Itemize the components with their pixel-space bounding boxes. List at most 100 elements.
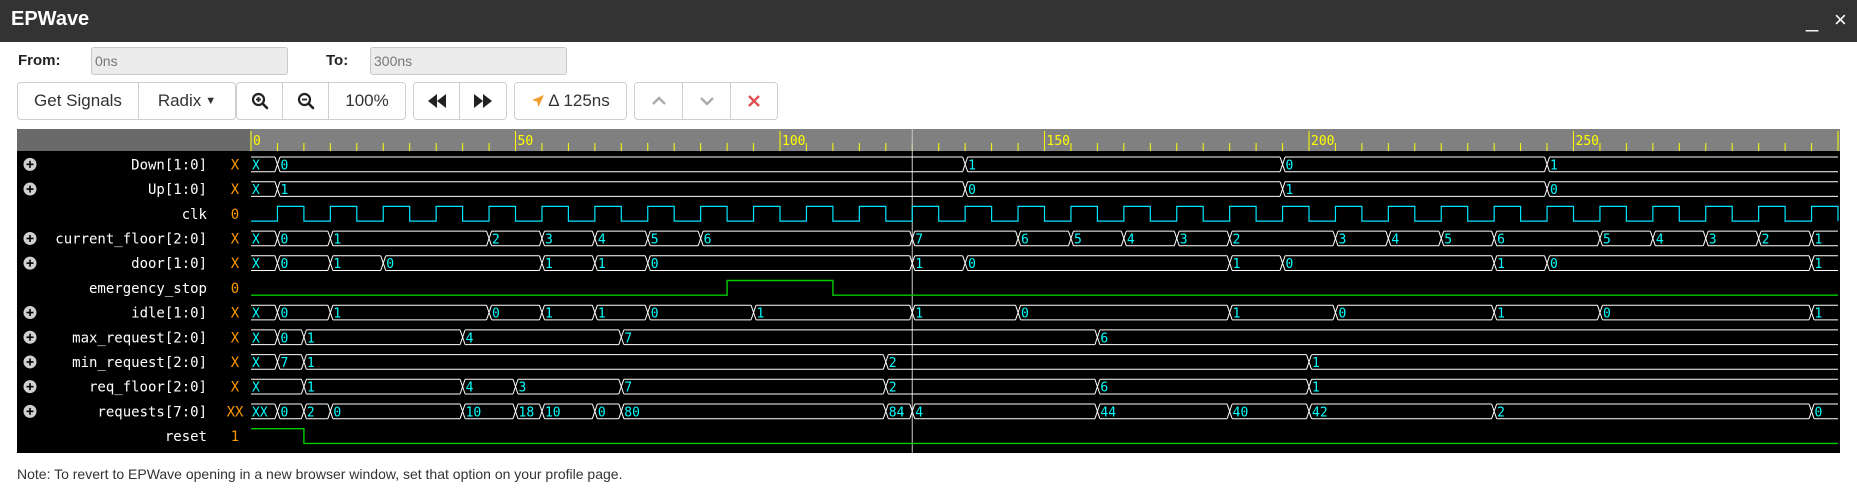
signal-value: 0 <box>231 207 239 223</box>
signal-name[interactable]: clk <box>182 207 208 223</box>
bus-value-label: 1 <box>545 307 553 322</box>
signal-name[interactable]: Down[1:0] <box>131 157 207 173</box>
signal-value: X <box>231 157 240 173</box>
bus-value-label: 0 <box>1550 257 1558 272</box>
bus-value-label: 0 <box>1286 257 1294 272</box>
bus-value-label: 0 <box>1550 183 1558 198</box>
bus-value-label: 0 <box>333 405 341 420</box>
marker-up-button[interactable] <box>635 83 683 119</box>
signal-value: X <box>231 256 240 272</box>
bus-value-label: 0 <box>651 257 659 272</box>
marker-down-button[interactable] <box>683 83 731 119</box>
signals-button-group: Get Signals Radix ▼ <box>17 82 236 120</box>
signal-name[interactable]: reset <box>165 429 207 445</box>
ruler-tick-label: 150 <box>1047 134 1070 149</box>
bus-value-label: 0 <box>1338 307 1346 322</box>
bus-value-label: 1 <box>1815 232 1823 247</box>
rewind-button[interactable] <box>414 83 460 119</box>
bus-value-label: 1 <box>1815 257 1823 272</box>
bus-value-label: 0 <box>1815 405 1823 420</box>
bus-value-label: 3 <box>545 232 553 247</box>
bus-value-label: 1 <box>757 307 765 322</box>
bus-value-label: 5 <box>1074 232 1082 247</box>
marker-button-group <box>634 82 778 120</box>
signal-name[interactable]: requests[7:0] <box>97 404 207 420</box>
signal-value: X <box>231 380 240 396</box>
get-signals-button[interactable]: Get Signals <box>18 83 139 119</box>
bus-value-label: X <box>252 356 260 371</box>
signal-name[interactable]: current_floor[2:0] <box>55 231 207 247</box>
minimize-button[interactable]: _ <box>1806 8 1818 32</box>
bus-value-label: 1 <box>1550 158 1558 173</box>
from-input[interactable]: 0ns <box>91 47 288 75</box>
signal-value: X <box>231 306 240 322</box>
delta-time-label: Δ 125ns <box>548 91 610 110</box>
rewind-icon <box>427 94 446 108</box>
bus-value-label: 6 <box>1100 381 1108 396</box>
radix-button[interactable]: Radix ▼ <box>139 83 235 119</box>
bus-value-label: 1 <box>1497 257 1505 272</box>
bus-value-label: 0 <box>280 257 288 272</box>
bus-value-label: 4 <box>1656 232 1664 247</box>
bus-value-label: XX <box>252 405 268 420</box>
zoom-in-button[interactable] <box>237 83 283 119</box>
bus-value-label: X <box>252 331 260 346</box>
from-label: From: <box>18 52 61 69</box>
bus-value-label: 0 <box>968 183 976 198</box>
bus-value-label: 1 <box>1312 356 1320 371</box>
signal-name[interactable]: req_floor[2:0] <box>89 380 207 396</box>
bus-value-label: 0 <box>651 307 659 322</box>
bus-value-label: 4 <box>466 381 474 396</box>
bus-value-label: 2 <box>307 405 315 420</box>
bus-value-label: 1 <box>915 257 923 272</box>
close-window-button[interactable]: × <box>1834 8 1847 32</box>
bus-value-label: X <box>252 183 260 198</box>
bus-value-label: 1 <box>333 307 341 322</box>
bus-value-label: 4 <box>598 232 606 247</box>
bus-value-label: 0 <box>280 405 288 420</box>
delete-marker-button[interactable] <box>731 83 777 119</box>
waveform-viewer[interactable]: 0 50 100 150 200 250 Down[1:0] X X 0 1 0 1 Up[1:0] X X 1… <box>17 129 1840 453</box>
bus-value-label: 1 <box>1233 257 1241 272</box>
waveform-canvas[interactable]: 0 50 100 150 200 250Down[1:0] X X 0 1 0 1Up[1:0] X X 1… <box>17 129 1840 453</box>
signal-value: 1 <box>231 429 239 445</box>
delta-time-button[interactable]: Δ 125ns <box>515 83 626 119</box>
zoom-out-button[interactable] <box>283 83 329 119</box>
bus-value-label: 4 <box>1391 232 1399 247</box>
close-icon <box>748 95 760 107</box>
bus-value-label: 80 <box>624 405 640 420</box>
bus-value-label: 6 <box>1100 331 1108 346</box>
bus-value-label: 4 <box>1127 232 1135 247</box>
ruler-corner <box>17 129 250 151</box>
bus-value-label: 40 <box>1233 405 1249 420</box>
bus-value-label: 5 <box>1603 232 1611 247</box>
signal-name[interactable]: idle[1:0] <box>131 306 207 322</box>
bus-value-label: 2 <box>492 232 500 247</box>
to-input[interactable]: 300ns <box>370 47 567 75</box>
signal-name[interactable]: max_request[2:0] <box>72 330 207 346</box>
bus-value-label: 44 <box>1100 405 1116 420</box>
caret-down-icon: ▼ <box>205 95 217 107</box>
signal-name[interactable]: emergency_stop <box>89 281 207 297</box>
cursor-button-group: Δ 125ns <box>514 82 627 120</box>
bus-value-label: 1 <box>598 257 606 272</box>
bus-value-label: 1 <box>1497 307 1505 322</box>
signal-name[interactable]: Up[1:0] <box>148 182 207 198</box>
bus-value-label: 2 <box>889 356 897 371</box>
bus-value-label: 2 <box>1762 232 1770 247</box>
fast-forward-button[interactable] <box>460 83 506 119</box>
bus-value-label: 1 <box>333 257 341 272</box>
bus-value-label: 0 <box>492 307 500 322</box>
bus-value-label: 0 <box>1021 307 1029 322</box>
signal-name[interactable]: door[1:0] <box>131 256 207 272</box>
signal-name[interactable]: min_request[2:0] <box>72 355 207 371</box>
bus-value-label: 1 <box>545 257 553 272</box>
bus-value-label: 3 <box>1709 232 1717 247</box>
bus-value-label: 0 <box>968 257 976 272</box>
zoom-level-button[interactable]: 100% <box>329 83 405 119</box>
bus-value-label: 18 <box>519 405 535 420</box>
navigate-button-group <box>413 82 507 120</box>
bus-value-label: 1 <box>968 158 976 173</box>
bus-value-label: 10 <box>466 405 482 420</box>
bus-value-label: 3 <box>1338 232 1346 247</box>
